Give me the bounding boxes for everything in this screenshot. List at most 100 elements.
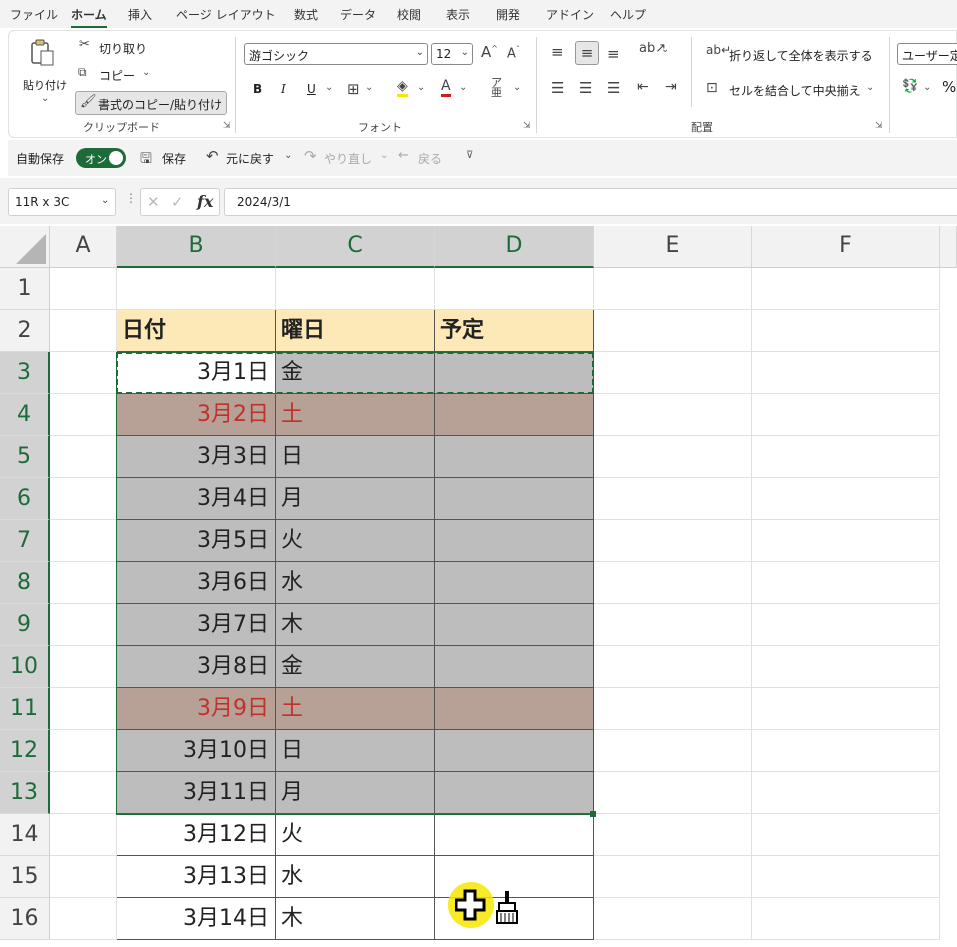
cell-b16[interactable]: 3月14日	[117, 898, 276, 940]
cell-f6[interactable]	[752, 478, 940, 520]
column-header-a[interactable]: A	[50, 226, 117, 268]
cell-b11[interactable]: 3月9日	[117, 688, 276, 730]
row-header-1[interactable]: 1	[0, 268, 50, 310]
cell-c1[interactable]	[276, 268, 435, 310]
cell-c11[interactable]: 土	[276, 688, 435, 730]
row-header-6[interactable]: 6	[0, 478, 50, 520]
decrease-font-icon[interactable]: Aˇ	[507, 45, 520, 61]
cell-f10[interactable]	[752, 646, 940, 688]
tab-home[interactable]: ホーム	[71, 6, 107, 28]
borders-dropdown-icon[interactable]: ⌄	[365, 82, 373, 93]
column-header-d[interactable]: D	[435, 226, 594, 268]
cell-a13[interactable]	[50, 772, 117, 814]
row-header-9[interactable]: 9	[0, 604, 50, 646]
cell-e11[interactable]	[594, 688, 752, 730]
cell-c3[interactable]: 金	[276, 352, 435, 394]
row-header-11[interactable]: 11	[0, 688, 50, 730]
cell-d10[interactable]	[435, 646, 594, 688]
customize-qat-icon[interactable]: ⊽	[466, 150, 473, 161]
cell-c16[interactable]: 木	[276, 898, 435, 940]
insert-function-button[interactable]: fx	[197, 192, 213, 211]
undo-button[interactable]: 元に戻す	[226, 150, 274, 167]
align-left-icon[interactable]: ☰	[551, 79, 564, 97]
cancel-icon[interactable]: ✕	[147, 193, 160, 211]
tab-insert[interactable]: 挿入	[128, 6, 152, 23]
cell-c13[interactable]: 月	[276, 772, 435, 814]
back-arrow-icon[interactable]: ←	[398, 148, 409, 163]
save-button[interactable]: 保存	[162, 150, 186, 167]
font-name-select[interactable]: 游ゴシック ⌄	[244, 43, 428, 65]
cell-f8[interactable]	[752, 562, 940, 604]
cell-f3[interactable]	[752, 352, 940, 394]
font-launcher-icon[interactable]: ⇲	[523, 121, 531, 131]
merge-center-button[interactable]: セルを結合して中央揃え	[729, 82, 861, 99]
cell-c5[interactable]: 日	[276, 436, 435, 478]
row-header-14[interactable]: 14	[0, 814, 50, 856]
row-header-13[interactable]: 13	[0, 772, 50, 814]
number-format-select[interactable]: ユーザー定	[897, 43, 957, 65]
cell-a14[interactable]	[50, 814, 117, 856]
fill-dropdown-icon[interactable]: ⌄	[417, 82, 425, 93]
accounting-icon[interactable]: 💱	[902, 79, 918, 94]
column-header-partial[interactable]	[940, 226, 957, 268]
column-header-e[interactable]: E	[594, 226, 752, 268]
cell-b10[interactable]: 3月8日	[117, 646, 276, 688]
cell-e6[interactable]	[594, 478, 752, 520]
cell-e4[interactable]	[594, 394, 752, 436]
cell-a6[interactable]	[50, 478, 117, 520]
cell-b4[interactable]: 3月2日	[117, 394, 276, 436]
cell-d4[interactable]	[435, 394, 594, 436]
cell-e2[interactable]	[594, 310, 752, 352]
align-top-icon[interactable]: ≡	[551, 43, 564, 61]
italic-button[interactable]: I	[281, 82, 286, 96]
enter-icon[interactable]: ✓	[171, 193, 184, 211]
alignment-launcher-icon[interactable]: ⇲	[875, 121, 883, 131]
cell-f5[interactable]	[752, 436, 940, 478]
cell-b8[interactable]: 3月6日	[117, 562, 276, 604]
cell-f9[interactable]	[752, 604, 940, 646]
cell-c9[interactable]: 木	[276, 604, 435, 646]
cell-f15[interactable]	[752, 856, 940, 898]
copy-button[interactable]: コピー	[99, 67, 135, 84]
copy-dropdown-icon[interactable]: ⌄	[142, 67, 150, 78]
cell-b12[interactable]: 3月10日	[117, 730, 276, 772]
row-header-7[interactable]: 7	[0, 520, 50, 562]
tab-review[interactable]: 校閲	[397, 6, 421, 23]
cell-a11[interactable]	[50, 688, 117, 730]
cell-c15[interactable]: 水	[276, 856, 435, 898]
cell-e9[interactable]	[594, 604, 752, 646]
tab-developer[interactable]: 開発	[496, 6, 520, 23]
wrap-text-button[interactable]: 折り返して全体を表示する	[729, 47, 873, 64]
cell-e15[interactable]	[594, 856, 752, 898]
cell-e16[interactable]	[594, 898, 752, 940]
cut-button[interactable]: 切り取り	[99, 40, 147, 57]
cell-d9[interactable]	[435, 604, 594, 646]
undo-icon[interactable]: ↶	[206, 147, 219, 165]
cell-a7[interactable]	[50, 520, 117, 562]
cell-f1[interactable]	[752, 268, 940, 310]
cell-f2[interactable]	[752, 310, 940, 352]
cell-d1[interactable]	[435, 268, 594, 310]
row-header-16[interactable]: 16	[0, 898, 50, 940]
cell-c12[interactable]: 日	[276, 730, 435, 772]
cell-f7[interactable]	[752, 520, 940, 562]
undo-dropdown-icon[interactable]: ⌄	[284, 150, 292, 161]
cell-b14[interactable]: 3月12日	[117, 814, 276, 856]
cell-d2[interactable]: 予定	[435, 310, 594, 352]
cell-e7[interactable]	[594, 520, 752, 562]
underline-button[interactable]: U	[307, 82, 316, 96]
align-right-icon[interactable]: ☰	[607, 79, 620, 97]
cell-d6[interactable]	[435, 478, 594, 520]
cell-f16[interactable]	[752, 898, 940, 940]
clipboard-launcher-icon[interactable]: ⇲	[223, 121, 231, 131]
cell-f11[interactable]	[752, 688, 940, 730]
decrease-indent-icon[interactable]: ⇤	[637, 79, 649, 95]
row-header-3[interactable]: 3	[0, 352, 50, 394]
column-header-c[interactable]: C	[276, 226, 435, 268]
align-center-icon[interactable]: ☰	[579, 79, 592, 97]
phonetic-icon[interactable]: ア亜	[491, 77, 502, 98]
cell-f12[interactable]	[752, 730, 940, 772]
cell-e13[interactable]	[594, 772, 752, 814]
redo-button[interactable]: やり直し	[324, 150, 372, 167]
accounting-dropdown-icon[interactable]: ⌄	[923, 82, 931, 93]
